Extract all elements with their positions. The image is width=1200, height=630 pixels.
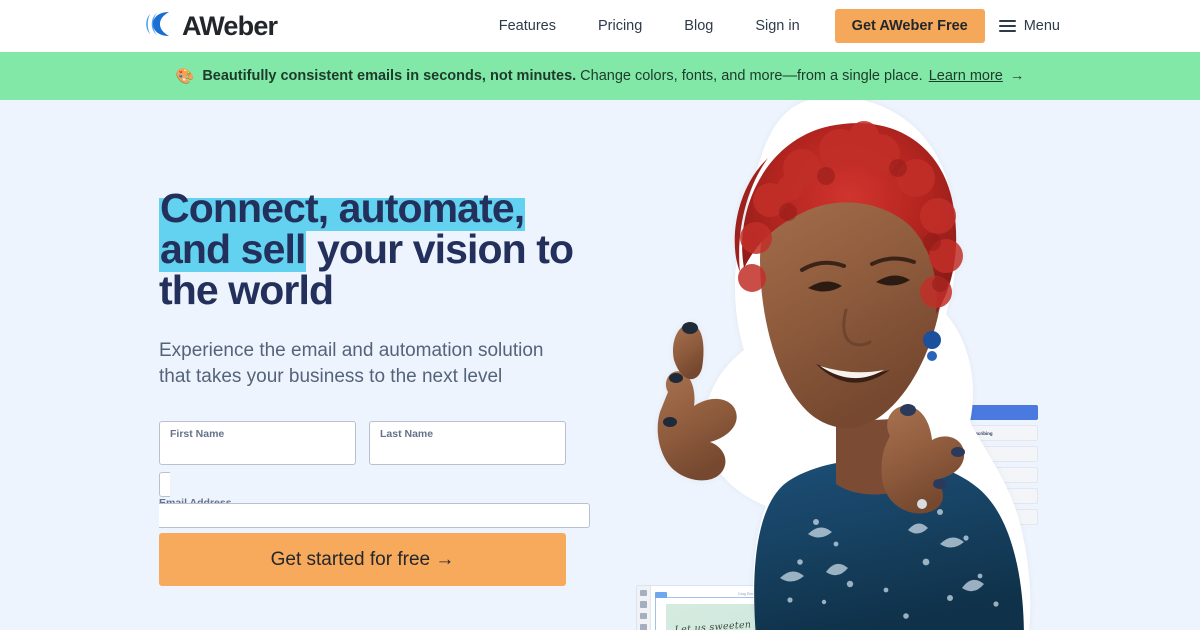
aweber-swoosh-icon: [145, 10, 179, 43]
hero-copy-block: Connect, automate, and sell your vision …: [159, 185, 590, 586]
menu-button[interactable]: Menu: [998, 18, 1060, 34]
first-name-input[interactable]: [170, 440, 345, 457]
hero-section: Connect, automate, and sell your vision …: [0, 100, 1200, 630]
headline-highlight-2: and sell: [159, 226, 307, 272]
get-aweber-free-button[interactable]: Get AWeber Free: [834, 9, 985, 43]
artist-palette-emoji: 🎨: [175, 68, 195, 85]
email-address-input[interactable]: [159, 509, 579, 526]
hamburger-icon: [998, 20, 1016, 32]
woman-cutout-illustration: [657, 100, 1031, 630]
promo-banner: 🎨 Beautifully consistent emails in secon…: [0, 52, 1200, 100]
first-name-label: First Name: [170, 428, 225, 440]
first-name-field[interactable]: First Name: [159, 421, 356, 465]
nav-link-pricing[interactable]: Pricing: [577, 18, 663, 34]
nav-link-blog[interactable]: Blog: [663, 18, 734, 34]
main-navigation: Features Pricing Blog Sign in Get AWeber…: [478, 9, 1060, 43]
name-fields-row: First Name Last Name: [159, 421, 579, 465]
banner-headline: Beautifully consistent emails in seconds…: [202, 68, 577, 84]
hero-photo-woman: [640, 100, 1060, 630]
last-name-field[interactable]: Last Name: [369, 421, 566, 465]
email-address-field[interactable]: Email Address: [159, 472, 590, 528]
get-started-for-free-button[interactable]: Get started for free →: [159, 533, 566, 586]
banner-arrow-icon: →: [1009, 68, 1025, 84]
nav-link-features[interactable]: Features: [478, 18, 577, 34]
email-address-label: Email Address: [159, 497, 232, 509]
aweber-logo[interactable]: AWeber: [145, 10, 278, 43]
aweber-wordmark: AWeber: [182, 10, 278, 41]
page-title: Connect, automate, and sell your vision …: [159, 185, 579, 311]
site-header: AWeber Features Pricing Blog Sign in Get…: [0, 0, 1200, 52]
banner-subtext: Change colors, fonts, and more—from a si…: [580, 68, 923, 84]
headline-highlight-1: Connect, automate,: [159, 185, 526, 231]
banner-learn-more-link[interactable]: Learn more: [929, 68, 1003, 84]
nav-link-sign-in[interactable]: Sign in: [734, 18, 820, 34]
hero-subheadline: Experience the email and automation solu…: [159, 340, 544, 387]
menu-label: Menu: [1023, 18, 1060, 34]
last-name-label: Last Name: [380, 428, 434, 440]
hero-illustration: Trigger: On Subscribe Send Message: Than…: [600, 100, 1200, 630]
signup-form: First Name Last Name Email Address Get s…: [159, 421, 590, 586]
last-name-input[interactable]: [380, 440, 555, 457]
